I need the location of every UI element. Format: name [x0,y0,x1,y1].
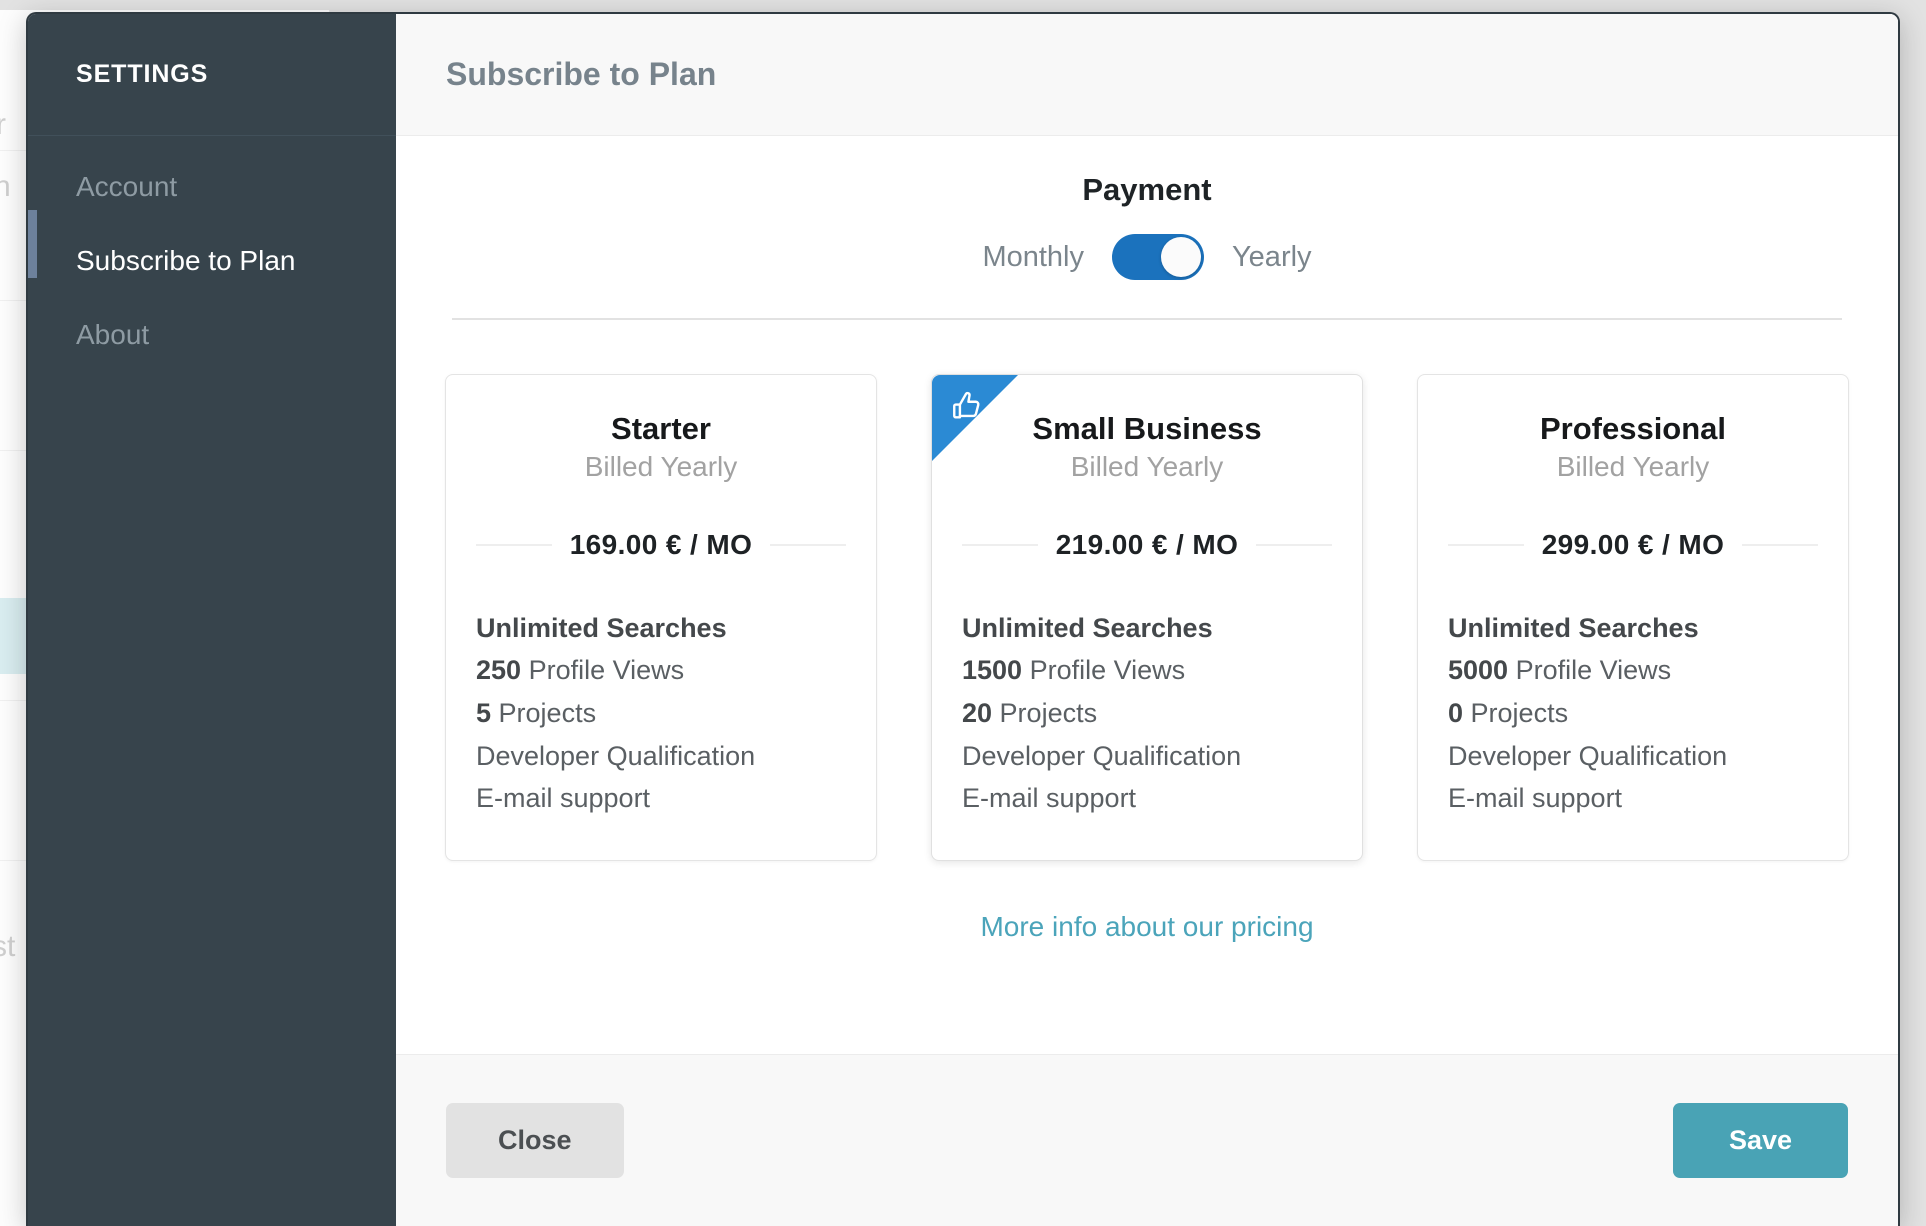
background-ghost-text: st [0,930,16,963]
billing-cycle-toggle[interactable] [1112,234,1204,280]
sidebar-item-subscribe-to-plan[interactable]: Subscribe to Plan [28,224,396,298]
plan-price: 169.00 € / MO [569,528,753,560]
plan-feature-item: 20 Projects [962,692,1332,735]
feature-value: 20 [962,697,993,728]
plan-price-row: 299.00 € / MO [1448,528,1819,561]
sidebar-item-label: About [76,319,150,350]
feature-text: Profile Views [1508,655,1672,686]
settings-sidebar: SETTINGS Account Subscribe to Plan About [28,14,396,1226]
feature-value: 250 [476,655,522,686]
plan-feature-item: Developer Qualification [476,735,846,778]
feature-text: Unlimited Searches [1448,612,1699,643]
plan-price: 219.00 € / MO [1055,528,1239,560]
feature-text: Profile Views [1022,655,1186,686]
modal-main: Subscribe to Plan Payment Monthly Yearly [396,14,1898,1226]
plan-feature-item: Developer Qualification [962,735,1332,778]
sidebar-item-account[interactable]: Account [28,150,396,224]
plan-name: Starter [611,411,711,446]
plan-feature-item: Unlimited Searches [476,607,846,650]
plan-card-professional[interactable]: Professional Billed Yearly 299.00 € / MO… [1417,374,1849,861]
thumbs-up-icon [953,391,980,419]
billing-cycle-toggle-row: Monthly Yearly [396,234,1898,280]
plan-price-row: 169.00 € / MO [476,528,847,561]
plan-feature-item: Developer Qualification [1448,735,1818,778]
plan-feature-item: E-mail support [476,777,846,820]
modal-body: Payment Monthly Yearly Starter Billed Ye… [396,136,1898,1054]
feature-value: 5000 [1448,655,1509,686]
payment-heading: Payment [1082,172,1212,207]
feature-text: E-mail support [1448,783,1623,814]
plan-name: Professional [1539,411,1727,446]
feature-text: Developer Qualification [962,740,1242,771]
feature-value: 5 [476,697,492,728]
feature-text: Projects [491,697,597,728]
plan-price: 299.00 € / MO [1541,528,1725,560]
plan-feature-item: Unlimited Searches [1448,607,1818,650]
plan-card-starter[interactable]: Starter Billed Yearly 169.00 € / MO Unli… [445,374,877,861]
plan-feature-item: 250 Profile Views [476,649,846,692]
background-ghost-text: r [0,108,6,141]
plan-feature-item: Unlimited Searches [962,607,1332,650]
background-ghost-text: n [0,170,11,203]
modal-header: Subscribe to Plan [396,14,1898,136]
close-button[interactable]: Close [446,1103,624,1178]
modal-footer: Close Save [396,1054,1898,1226]
feature-text: Profile Views [521,655,685,686]
sidebar-nav: Account Subscribe to Plan About [28,136,396,372]
price-rule-right [1256,543,1333,546]
plan-card-small-business[interactable]: Small Business Billed Yearly 219.00 € / … [931,374,1363,861]
plan-feature-item: 5000 Profile Views [1448,649,1818,692]
price-rule-left [476,543,552,546]
plan-feature-item: 5 Projects [476,692,846,735]
toggle-label-yearly[interactable]: Yearly [1232,241,1312,274]
feature-text: E-mail support [476,783,651,814]
price-rule-right [1742,543,1819,546]
plan-feature-list: Unlimited Searches 1500 Profile Views 20… [962,607,1332,820]
sidebar-active-accent-bar [28,210,37,278]
plan-price-row: 219.00 € / MO [962,528,1333,561]
sidebar-item-about[interactable]: About [28,298,396,372]
plan-feature-list: Unlimited Searches 5000 Profile Views 0 … [1448,607,1818,820]
feature-text: Projects [992,697,1098,728]
feature-text: Unlimited Searches [962,612,1213,643]
price-rule-right [770,543,847,546]
plan-billing-period: Billed Yearly [584,450,738,482]
price-rule-left [962,543,1038,546]
feature-text: E-mail support [962,783,1137,814]
sidebar-title: SETTINGS [76,60,209,88]
section-divider [452,318,1842,320]
plan-feature-item: E-mail support [962,777,1332,820]
plan-feature-item: E-mail support [1448,777,1818,820]
save-button[interactable]: Save [1672,1103,1848,1178]
payment-section: Payment Monthly Yearly [396,172,1898,280]
plan-feature-list: Unlimited Searches 250 Profile Views 5 P… [476,607,846,820]
plan-feature-item: 1500 Profile Views [962,649,1332,692]
feature-text: Developer Qualification [1448,740,1728,771]
feature-text: Developer Qualification [476,740,756,771]
feature-text: Projects [1463,697,1569,728]
sidebar-item-label: Subscribe to Plan [76,245,296,276]
feature-value: 0 [1448,697,1464,728]
price-rule-left [1448,543,1524,546]
sidebar-header: SETTINGS [28,14,396,136]
pricing-link-wrapper: More info about our pricing [396,911,1898,943]
more-info-pricing-link[interactable]: More info about our pricing [980,911,1313,942]
plan-card-list: Starter Billed Yearly 169.00 € / MO Unli… [396,374,1898,861]
feature-text: Unlimited Searches [476,612,727,643]
toggle-label-monthly[interactable]: Monthly [982,241,1084,274]
sidebar-item-label: Account [76,171,178,202]
plan-billing-period: Billed Yearly [1556,450,1710,482]
plan-feature-item: 0 Projects [1448,692,1818,735]
page-title: Subscribe to Plan [446,56,717,92]
settings-modal: SETTINGS Account Subscribe to Plan About… [26,12,1900,1226]
feature-value: 1500 [962,655,1023,686]
toggle-knob [1161,237,1201,277]
